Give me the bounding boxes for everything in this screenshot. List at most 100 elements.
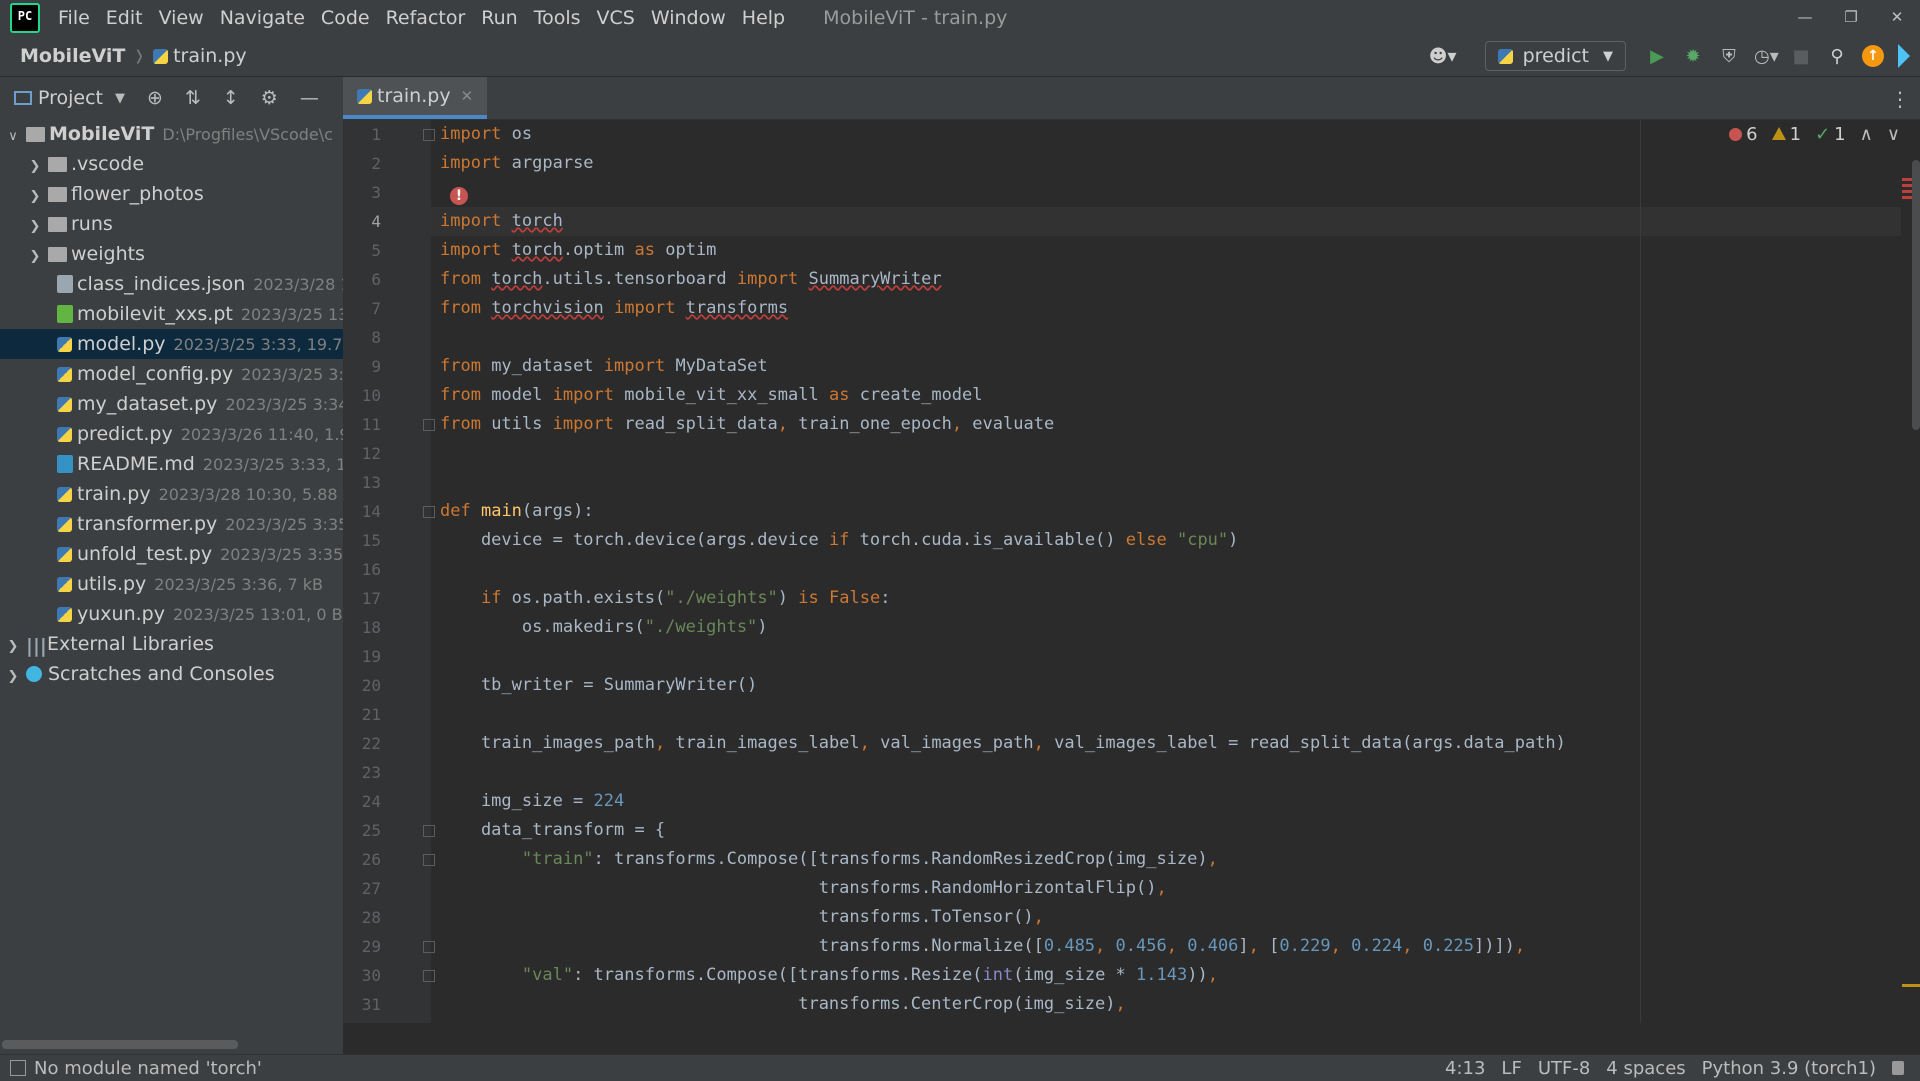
menu-edit[interactable]: Edit xyxy=(98,7,151,29)
tab-train-py[interactable]: train.py ✕ xyxy=(343,77,488,119)
tool-windows-toggle-icon[interactable] xyxy=(10,1060,26,1076)
run-configuration-select[interactable]: predict ▼ xyxy=(1484,41,1626,71)
fold-marker-icon[interactable] xyxy=(423,129,435,141)
menu-code[interactable]: Code xyxy=(313,7,378,29)
tree-item-file[interactable]: my_dataset.py 2023/3/25 3:34, xyxy=(0,389,343,419)
tree-item-file[interactable]: predict.py 2023/3/26 11:40, 1.95 xyxy=(0,419,343,449)
tree-item-file[interactable]: README.md 2023/3/25 3:33, 1.5 xyxy=(0,449,343,479)
tree-item-file[interactable]: utils.py 2023/3/25 3:36, 7 kB xyxy=(0,569,343,599)
tree-item-folder[interactable]: ❯ flower_photos xyxy=(0,179,343,209)
search-icon[interactable]: ⚲ xyxy=(1826,46,1848,67)
menu-navigate[interactable]: Navigate xyxy=(212,7,313,29)
tree-item-file[interactable]: class_indices.json 2023/3/28 10: xyxy=(0,269,343,299)
fold-marker-icon[interactable] xyxy=(423,941,435,953)
collapse-all-icon[interactable]: ↕ xyxy=(223,87,239,109)
code-line[interactable]: transforms.CenterCrop(img_size), xyxy=(440,990,1126,1019)
code-line[interactable]: if os.path.exists("./weights") is False: xyxy=(440,584,891,613)
restore-button[interactable]: ❐ xyxy=(1828,0,1874,36)
tree-item-root[interactable]: ∨ MobileViT D:\Progfiles\VScode\c xyxy=(0,119,343,149)
menu-help[interactable]: Help xyxy=(734,7,793,29)
ok-count[interactable]: ✓ 1 xyxy=(1815,124,1846,145)
code-line[interactable]: "train": transforms.Compose([transforms.… xyxy=(440,845,1218,874)
menu-window[interactable]: Window xyxy=(643,7,734,29)
tree-item-file[interactable]: unfold_test.py 2023/3/25 3:35, 1 xyxy=(0,539,343,569)
fold-marker-icon[interactable] xyxy=(423,825,435,837)
chevron-right-icon[interactable]: ❯ xyxy=(26,182,44,212)
run-icon[interactable]: ▶ xyxy=(1646,46,1668,67)
menu-vcs[interactable]: VCS xyxy=(589,7,643,29)
code-line-current[interactable]: import torch xyxy=(440,207,563,236)
code-line[interactable]: import os xyxy=(440,120,532,149)
breadcrumb-file[interactable]: train.py xyxy=(153,45,247,67)
debug-icon[interactable]: ✹ xyxy=(1682,46,1704,67)
hide-panel-icon[interactable]: — xyxy=(300,87,319,109)
stop-icon[interactable]: ■ xyxy=(1790,46,1812,67)
code-line[interactable]: transforms.Normalize([0.485, 0.456, 0.40… xyxy=(440,932,1525,961)
code-line[interactable]: from model import mobile_vit_xx_small as… xyxy=(440,381,983,410)
previous-highlight-icon[interactable]: ∧ xyxy=(1860,124,1873,145)
chevron-right-icon[interactable]: ❯ xyxy=(26,212,44,242)
chevron-right-icon[interactable]: ❯ xyxy=(4,632,22,662)
project-view-select[interactable]: Project xyxy=(38,87,103,109)
code-line[interactable]: tb_writer = SummaryWriter() xyxy=(440,671,757,700)
fold-marker-icon[interactable] xyxy=(423,854,435,866)
code-line[interactable]: transforms.RandomHorizontalFlip(), xyxy=(440,874,1167,903)
coverage-icon[interactable]: ⛨ xyxy=(1718,46,1740,67)
toolbox-icon[interactable] xyxy=(1898,44,1910,68)
minimize-button[interactable]: — xyxy=(1782,0,1828,36)
line-separator[interactable]: LF xyxy=(1501,1058,1521,1079)
file-encoding[interactable]: UTF-8 xyxy=(1538,1058,1590,1079)
code-line[interactable]: "val": transforms.Compose([transforms.Re… xyxy=(440,961,1218,990)
code-line[interactable]: import torch.optim as optim xyxy=(440,236,716,265)
chevron-down-icon[interactable]: ▼ xyxy=(115,91,125,106)
code-line[interactable]: transforms.ToTensor(), xyxy=(440,903,1044,932)
horizontal-scrollbar[interactable] xyxy=(2,1040,238,1049)
more-options-icon[interactable]: ⋮ xyxy=(1890,87,1910,111)
user-account-icon[interactable]: ☻▾ xyxy=(1429,46,1457,67)
chevron-right-icon[interactable]: ❯ xyxy=(26,242,44,272)
gear-icon[interactable]: ⚙ xyxy=(261,87,278,109)
breadcrumb-project[interactable]: MobileViT xyxy=(20,45,125,67)
code-line[interactable]: device = torch.device(args.device if tor… xyxy=(440,526,1238,555)
expand-all-icon[interactable]: ⇅ xyxy=(185,87,201,109)
close-tab-icon[interactable]: ✕ xyxy=(461,87,474,105)
tree-item-folder[interactable]: ❯ .vscode xyxy=(0,149,343,179)
status-message[interactable]: No module named 'torch' xyxy=(34,1058,262,1079)
code-line[interactable]: train_images_path, train_images_label, v… xyxy=(440,729,1566,758)
inspection-widget[interactable]: 6 1 ✓ 1 ∧ ∨ xyxy=(1729,124,1900,145)
next-highlight-icon[interactable]: ∨ xyxy=(1887,124,1900,145)
tree-item-folder[interactable]: ❯ runs xyxy=(0,209,343,239)
code-line[interactable]: from utils import read_split_data, train… xyxy=(440,410,1054,439)
chevron-right-icon[interactable]: ❯ xyxy=(26,152,44,182)
close-window-button[interactable]: ✕ xyxy=(1874,0,1920,36)
warning-count[interactable]: 1 xyxy=(1771,124,1801,145)
tree-item-folder[interactable]: ❯ weights xyxy=(0,239,343,269)
menu-tools[interactable]: Tools xyxy=(526,7,589,29)
error-bulb-icon[interactable]: ! xyxy=(450,187,468,205)
fold-marker-icon[interactable] xyxy=(423,506,435,518)
code-line[interactable]: os.makedirs("./weights") xyxy=(440,613,768,642)
warning-stripe[interactable] xyxy=(1902,984,1920,987)
update-icon[interactable]: ↑ xyxy=(1862,45,1884,67)
vertical-scrollbar[interactable] xyxy=(1912,160,1920,430)
tree-item-scratches[interactable]: ❯ Scratches and Consoles xyxy=(0,659,343,689)
menu-refactor[interactable]: Refactor xyxy=(378,7,474,29)
tree-item-file[interactable]: transformer.py 2023/3/25 3:35, xyxy=(0,509,343,539)
tree-item-file[interactable]: mobilevit_xxs.pt 2023/3/25 13:1 xyxy=(0,299,343,329)
menu-run[interactable]: Run xyxy=(473,7,525,29)
menu-view[interactable]: View xyxy=(151,7,212,29)
code-line[interactable]: from my_dataset import MyDataSet xyxy=(440,352,768,381)
lock-icon[interactable] xyxy=(1892,1061,1904,1075)
menu-file[interactable]: File xyxy=(50,7,98,29)
code-line[interactable]: from torchvision import transforms xyxy=(440,294,788,323)
error-count[interactable]: 6 xyxy=(1729,124,1758,145)
chevron-right-icon[interactable]: ❯ xyxy=(4,662,22,692)
tree-item-file[interactable]: yuxun.py 2023/3/25 13:01, 0 B xyxy=(0,599,343,629)
caret-position[interactable]: 4:13 xyxy=(1445,1058,1485,1079)
tree-item-external-libraries[interactable]: ❯ |||External Libraries xyxy=(0,629,343,659)
code-line[interactable]: def main(args): xyxy=(440,497,594,526)
code-line[interactable]: from torch.utils.tensorboard import Summ… xyxy=(440,265,942,294)
tree-item-file-selected[interactable]: model.py 2023/3/25 3:33, 19.7 kI xyxy=(0,329,343,359)
profile-icon[interactable]: ◷▾ xyxy=(1754,46,1779,67)
indent-setting[interactable]: 4 spaces xyxy=(1606,1058,1685,1079)
